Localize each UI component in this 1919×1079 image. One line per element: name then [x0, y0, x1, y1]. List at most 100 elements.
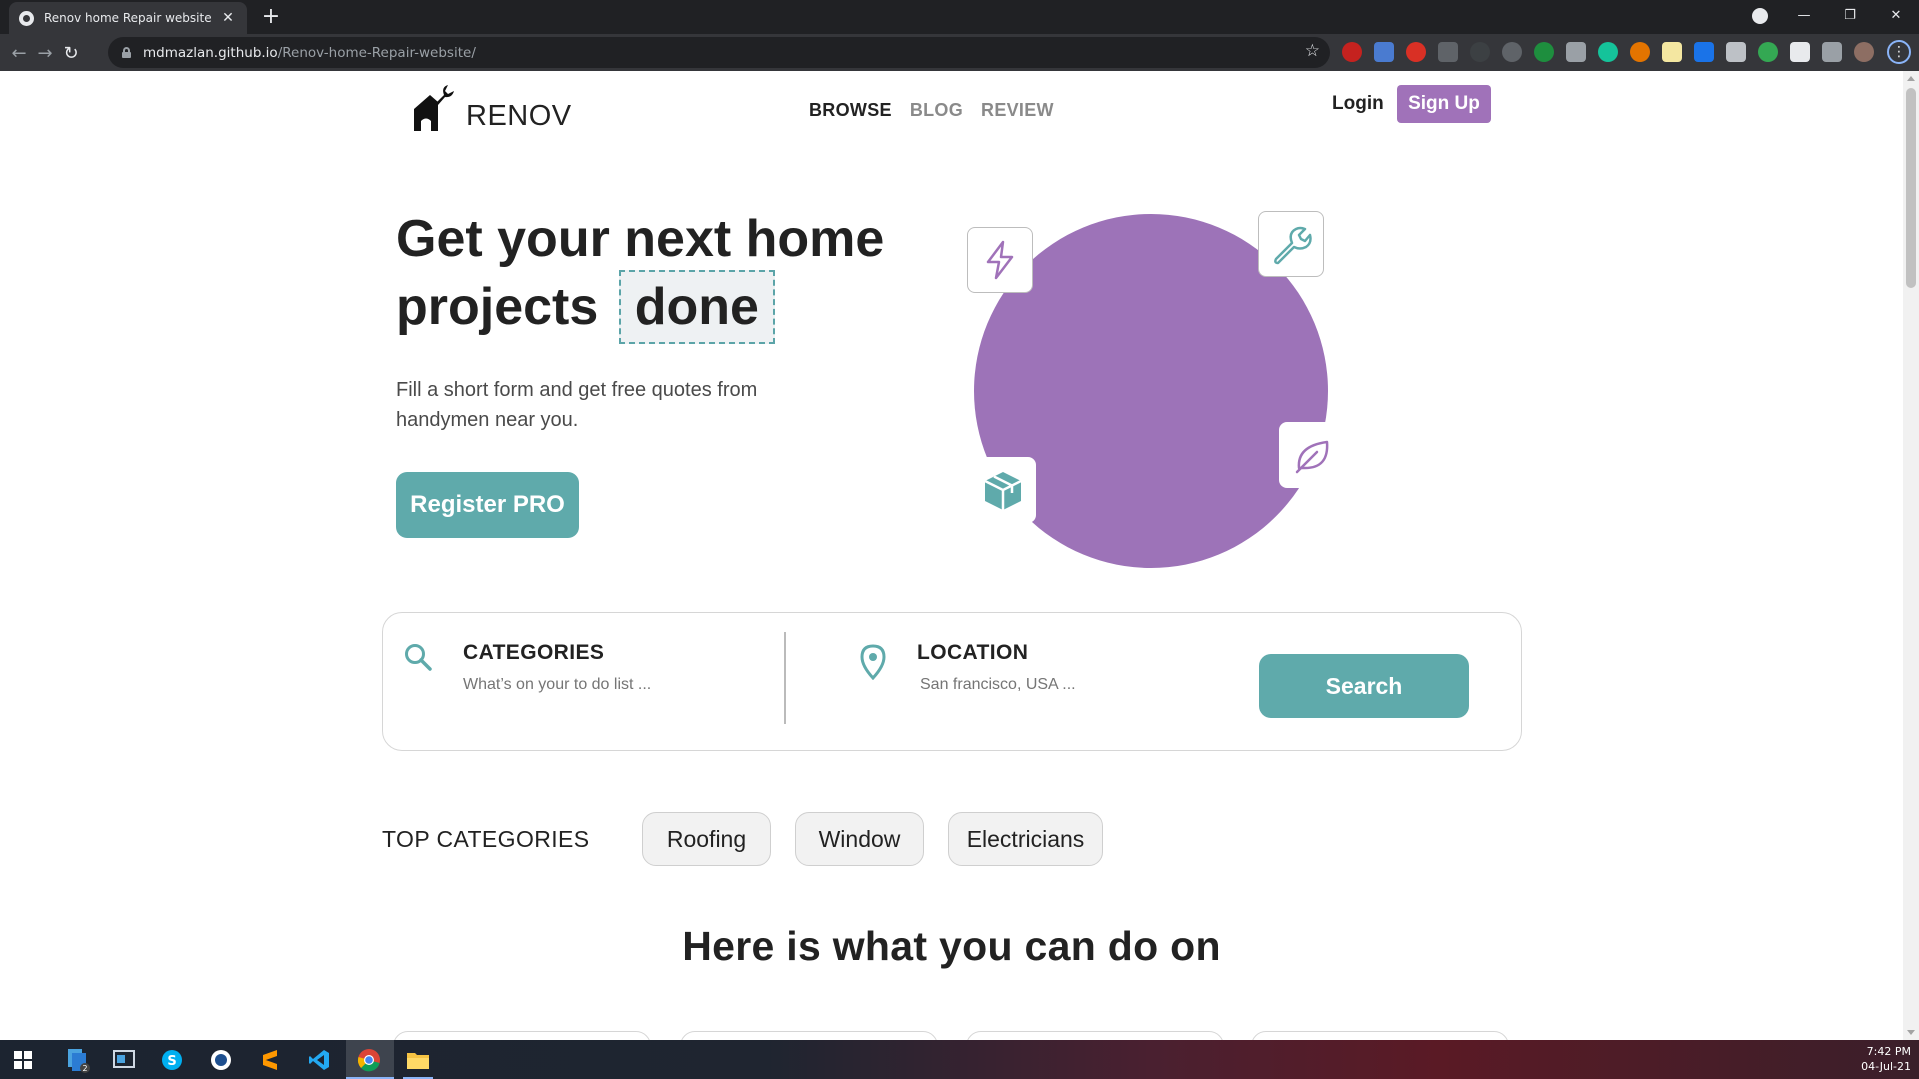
location-pin-icon: [860, 644, 886, 680]
task-view-icon[interactable]: [109, 1045, 139, 1075]
extension-icon[interactable]: [1630, 42, 1650, 62]
extension-icon[interactable]: [1342, 42, 1362, 62]
signup-button[interactable]: Sign Up: [1397, 85, 1491, 123]
feature-card: [1251, 1031, 1509, 1040]
clock-date: 04-Jul-21: [1861, 1060, 1911, 1073]
clock-time: 7:42 PM: [1866, 1045, 1911, 1058]
close-window-button[interactable]: ✕: [1873, 0, 1919, 30]
code-extension-icon[interactable]: [1438, 42, 1458, 62]
extension-icon[interactable]: [1502, 42, 1522, 62]
windows-start-icon[interactable]: [8, 1045, 38, 1075]
top-categories-label: TOP CATEGORIES: [382, 826, 590, 852]
file-manager-icon[interactable]: 2: [63, 1045, 93, 1075]
browser-toolbar: ← → ↻ mdmazlan.github.io /Renov-home-Rep…: [0, 34, 1919, 71]
reading-list-icon[interactable]: [1822, 42, 1842, 62]
window-controls: — ❐ ✕: [1781, 0, 1919, 30]
browser-menu-icon[interactable]: ⋮: [1887, 40, 1911, 64]
skype-icon[interactable]: S: [157, 1045, 187, 1075]
extension-icon[interactable]: [1758, 42, 1778, 62]
circle-app-icon: [211, 1050, 231, 1070]
leaf-card: [1279, 422, 1345, 488]
category-chip-electricians[interactable]: Electricians: [948, 812, 1103, 866]
location-label: LOCATION: [917, 641, 1029, 664]
extension-icon[interactable]: [1566, 42, 1586, 62]
search-panel: CATEGORIES LOCATION Search: [382, 612, 1522, 751]
lightning-card: [967, 227, 1033, 293]
house-wrench-icon: [414, 85, 454, 131]
category-chip-roofing[interactable]: Roofing: [642, 812, 771, 866]
camera-extension-icon[interactable]: [1726, 42, 1746, 62]
feature-card: [966, 1031, 1224, 1040]
chrome-logo-icon: [357, 1049, 380, 1072]
lock-icon: [122, 47, 131, 58]
app-icon[interactable]: [206, 1045, 236, 1075]
bookmark-star-icon[interactable]: ☆: [1305, 41, 1320, 61]
taskbar-clock[interactable]: 7:42 PM 04-Jul-21: [1861, 1044, 1911, 1074]
download-extension-icon[interactable]: [1694, 42, 1714, 62]
notes-extension-icon[interactable]: [1662, 42, 1682, 62]
categories-input[interactable]: [463, 676, 703, 694]
forward-button[interactable]: →: [32, 40, 58, 66]
windows-taskbar: 2 S 7:42 PM 04-Jul-21: [0, 1040, 1919, 1079]
extension-icon[interactable]: [1470, 42, 1490, 62]
brand-name: RENOV: [466, 100, 572, 132]
minimize-button[interactable]: —: [1781, 0, 1827, 30]
back-button[interactable]: ←: [6, 40, 32, 66]
grammarly-extension-icon[interactable]: [1598, 42, 1618, 62]
categories-label: CATEGORIES: [463, 641, 605, 664]
scroll-down-icon[interactable]: [1907, 1030, 1915, 1035]
nav-review[interactable]: REVIEW: [981, 100, 1054, 121]
site-logo[interactable]: RENOV: [410, 83, 572, 133]
extension-icon[interactable]: [1406, 42, 1426, 62]
url-path: /Renov-home-Repair-website/: [277, 44, 476, 61]
windows-logo-icon: [14, 1051, 32, 1069]
nav-blog[interactable]: BLOG: [910, 100, 963, 121]
category-chip-window[interactable]: Window: [795, 812, 924, 866]
leaf-icon: [1295, 440, 1329, 474]
restore-button[interactable]: ❐: [1827, 0, 1873, 30]
translate-extension-icon[interactable]: [1374, 42, 1394, 62]
hero-title-line2: projects: [396, 278, 599, 336]
browser-tab[interactable]: Renov home Repair website ✕: [9, 2, 247, 34]
extension-icon[interactable]: [1534, 42, 1554, 62]
puzzle-icon[interactable]: [1790, 42, 1810, 62]
section-title: Here is what you can do on: [682, 923, 1221, 969]
hero-title-highlight: done: [618, 270, 775, 344]
skype-logo-icon: S: [162, 1050, 182, 1070]
hero-subtitle: Fill a short form and get free quotes fr…: [396, 379, 758, 431]
hero-title-line1: Get your next home: [396, 210, 885, 268]
box-icon: [984, 472, 1022, 510]
search-button[interactable]: Search: [1259, 654, 1469, 718]
scroll-thumb[interactable]: [1906, 88, 1916, 288]
tab-close-icon[interactable]: ✕: [219, 10, 237, 26]
sublime-text-icon[interactable]: [255, 1045, 285, 1075]
file-explorer-icon[interactable]: [403, 1045, 433, 1075]
page-scrollbar[interactable]: [1903, 71, 1919, 1040]
sublime-logo-icon: [263, 1050, 277, 1070]
vscode-icon[interactable]: [304, 1045, 334, 1075]
document-stack-icon: 2: [68, 1049, 90, 1073]
chrome-icon[interactable]: [354, 1045, 384, 1075]
tab-title: Renov home Repair website: [44, 11, 212, 25]
search-icon: [405, 644, 432, 671]
scroll-up-icon[interactable]: [1907, 76, 1915, 81]
taskbar-badge: 2: [82, 1064, 87, 1073]
wrench-card: [1258, 211, 1324, 277]
address-bar[interactable]: mdmazlan.github.io /Renov-home-Repair-we…: [108, 37, 1330, 68]
location-input[interactable]: [920, 676, 1160, 694]
new-tab-button[interactable]: +: [258, 4, 284, 30]
extensions-row: [1342, 42, 1874, 62]
reload-button[interactable]: ↻: [58, 40, 84, 66]
nav-browse[interactable]: BROWSE: [809, 100, 892, 121]
tab-search-icon[interactable]: [1752, 8, 1768, 24]
lightning-icon: [986, 240, 1014, 280]
register-pro-button[interactable]: Register PRO: [396, 472, 579, 538]
main-nav: BROWSE BLOG REVIEW: [809, 100, 1054, 121]
feature-card: [680, 1031, 938, 1040]
window-icon: [113, 1050, 135, 1068]
tab-favicon-icon: [19, 10, 34, 26]
folder-icon: [407, 1053, 429, 1069]
wrench-icon: [1274, 226, 1312, 265]
login-link[interactable]: Login: [1332, 93, 1384, 115]
avatar[interactable]: [1854, 42, 1874, 62]
